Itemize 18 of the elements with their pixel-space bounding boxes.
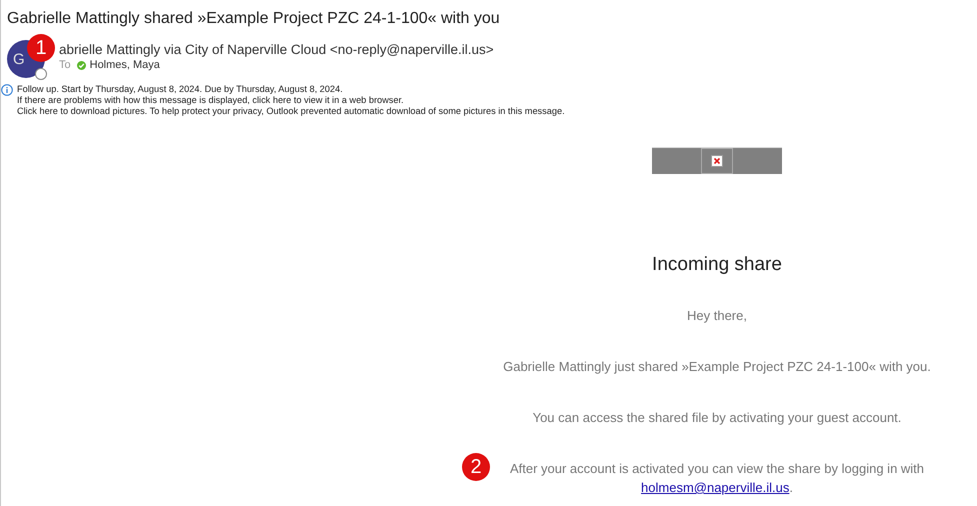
info-icon [1,84,13,96]
check-icon [76,60,86,70]
infobar-text[interactable]: If there are problems with how this message is displayed, click here to view it in a web browser. [17,95,565,106]
recipient[interactable]: Holmes, Maya [76,59,160,71]
callout-badge: 1 [27,34,55,62]
body-paragraph: You can access the shared file by activating your guest account. [532,409,902,427]
infobar-text[interactable]: Click here to download pictures. To help protect your privacy, Outlook prevented automatic download of some pictures in this message. [17,106,565,117]
to-label: To [59,59,71,71]
email-link[interactable]: holmesm@naperville.il.us [641,480,790,495]
body-paragraph: Hey there, [686,307,748,325]
callout-badge: 2 [462,453,490,481]
infobar-text: Follow up. Start by Thursday, August 8, 2024. Due by Thursday, August 8, 2024. [17,84,344,95]
share-heading: Incoming share [652,254,782,276]
sender: abrielle Mattingly via City of Naperville Cloud <no-reply@naperville.il.us> [59,42,494,57]
email-subject: Gabrielle Mattingly shared »Example Project PZC 24-1-100« with you [7,10,501,28]
presence-icon [35,68,47,80]
broken-image-icon [711,155,723,167]
body-paragraph: Gabrielle Mattingly just shared »Example Project PZC 24-1-100« with you. [502,358,932,376]
